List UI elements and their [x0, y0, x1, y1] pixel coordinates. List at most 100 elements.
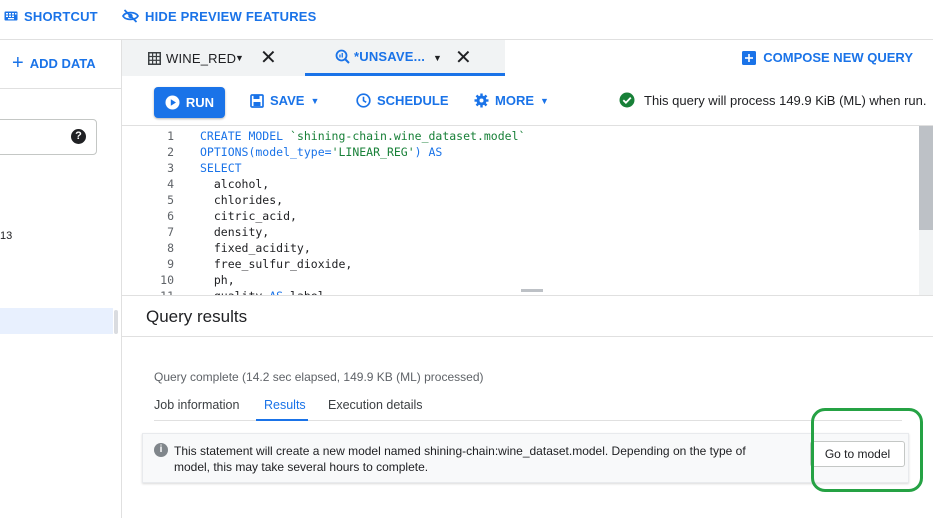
- editor-tab-bar: WINE_RED ▼ ✕ *UNSAVE... ▼ ✕ COMPOSE NEW …: [122, 40, 933, 76]
- add-box-icon: [742, 50, 757, 65]
- line-number: 6: [167, 209, 174, 223]
- chevron-down-icon: ▼: [540, 95, 549, 106]
- line-number: 8: [167, 241, 174, 255]
- save-label: SAVE: [270, 93, 305, 108]
- eye-off-icon: [122, 9, 139, 23]
- query-complete-status: Query complete (14.2 sec elapsed, 149.9 …: [154, 370, 484, 384]
- query-results-panel: Query results Query complete (14.2 sec e…: [122, 296, 933, 518]
- truncated-tree-text: 13: [0, 230, 13, 242]
- tab-unsaved-query[interactable]: *UNSAVE... ▼ ✕: [305, 40, 505, 76]
- run-button[interactable]: RUN: [154, 87, 225, 118]
- tab-label: *UNSAVE...: [354, 49, 426, 64]
- explorer-search-input[interactable]: ?: [0, 119, 97, 155]
- line-number: 11: [160, 289, 174, 296]
- close-icon[interactable]: ✕: [260, 48, 277, 68]
- chevron-down-icon[interactable]: ▼: [433, 53, 442, 63]
- line-number: 3: [167, 161, 174, 175]
- query-validator-status: This query will process 149.9 KiB (ML) w…: [619, 92, 927, 108]
- code-token: alcohol,: [200, 177, 270, 191]
- hide-preview-features-button[interactable]: HIDE PREVIEW FEATURES: [122, 7, 317, 25]
- tab-label: WINE_RED: [166, 50, 237, 66]
- code-token: 'LINEAR_REG': [331, 145, 415, 159]
- top-bar: SHORTCUT HIDE PREVIEW FEATURES: [0, 0, 933, 40]
- code-text: chlorides,: [200, 192, 283, 208]
- panel-scrollbar[interactable]: [114, 310, 118, 334]
- code-text: fixed_acidity,: [200, 240, 311, 256]
- divider: [122, 336, 933, 337]
- close-icon[interactable]: ✕: [455, 48, 472, 68]
- tab-job-information[interactable]: Job information: [154, 398, 239, 412]
- code-token: CREATE MODEL: [200, 129, 291, 143]
- editor-scrollbar[interactable]: [919, 126, 933, 230]
- code-token: SELECT: [200, 161, 242, 175]
- code-token: ) AS: [414, 145, 443, 159]
- info-icon: i: [154, 443, 168, 457]
- more-label: MORE: [495, 93, 534, 108]
- tab-results[interactable]: Results: [264, 398, 306, 412]
- help-icon[interactable]: ?: [71, 129, 86, 144]
- more-button[interactable]: MORE ▼: [474, 93, 549, 108]
- info-message-box: i This statement will create a new model…: [142, 433, 909, 483]
- status-text: This query will process 149.9 KiB (ML) w…: [644, 92, 927, 108]
- code-text: density,: [200, 224, 269, 240]
- line-number: 5: [167, 193, 174, 207]
- code-token: free_sulfur_dioxide,: [200, 257, 353, 271]
- save-icon: [250, 93, 264, 108]
- query-icon: [335, 49, 350, 64]
- gear-icon: [474, 93, 489, 108]
- chevron-down-icon[interactable]: ▼: [235, 53, 244, 63]
- code-token: citric_acid,: [200, 209, 297, 223]
- line-number: 2: [167, 145, 174, 159]
- compose-new-query-button[interactable]: COMPOSE NEW QUERY: [742, 50, 913, 65]
- tab-wine-red[interactable]: WINE_RED ▼ ✕: [122, 40, 305, 76]
- code-token: fixed_acidity,: [200, 241, 311, 255]
- code-token: quality: [200, 289, 270, 296]
- add-data-label: ADD DATA: [29, 55, 96, 71]
- line-number: 10: [160, 273, 174, 287]
- keyboard-icon: [4, 11, 18, 21]
- highlight-annotation: [811, 408, 923, 492]
- run-label: RUN: [185, 95, 215, 110]
- divider: [0, 88, 121, 89]
- code-text: free_sulfur_dioxide,: [200, 256, 352, 272]
- selected-tree-row[interactable]: [0, 308, 113, 334]
- sql-editor[interactable]: 1 CREATE MODEL `shining-chain.wine_datase…: [122, 126, 933, 296]
- schedule-button[interactable]: SCHEDULE: [356, 93, 449, 108]
- resize-handle[interactable]: [521, 289, 543, 292]
- code-text: OPTIONS(model_type='LINEAR_REG') AS: [200, 144, 442, 160]
- active-tab-indicator: [256, 419, 308, 421]
- code-token: chlorides,: [200, 193, 284, 207]
- check-circle-icon: [619, 92, 635, 108]
- clock-icon: [356, 93, 371, 108]
- compose-label: COMPOSE NEW QUERY: [763, 50, 913, 65]
- code-token: label,: [283, 289, 332, 296]
- table-icon: [148, 51, 161, 65]
- code-token: AS: [269, 289, 284, 296]
- code-token: `shining-chain.wine_dataset.model`: [290, 129, 526, 143]
- code-token: ph,: [200, 273, 235, 287]
- chevron-down-icon: ▼: [310, 95, 320, 106]
- info-message: This statement will create a new model n…: [174, 444, 746, 474]
- play-icon: [165, 95, 180, 110]
- line-number: 9: [167, 257, 174, 271]
- code-text: CREATE MODEL `shining-chain.wine_dataset…: [200, 128, 525, 144]
- schedule-label: SCHEDULE: [377, 93, 449, 108]
- line-number: 1: [167, 129, 174, 143]
- shortcut-label: SHORTCUT: [24, 8, 98, 24]
- code-text: alcohol,: [200, 176, 269, 192]
- code-text: quality AS label,: [200, 288, 332, 296]
- tab-execution-details[interactable]: Execution details: [328, 398, 423, 412]
- code-token: density,: [200, 225, 270, 239]
- code-text: SELECT: [200, 160, 242, 176]
- explorer-panel: + ADD DATA ? 13: [0, 40, 122, 518]
- plus-icon: +: [12, 52, 24, 74]
- code-token: OPTIONS(model_type=: [200, 145, 332, 159]
- hide-preview-label: HIDE PREVIEW FEATURES: [145, 8, 317, 24]
- line-number: 7: [167, 225, 174, 239]
- shortcut-button[interactable]: SHORTCUT: [4, 7, 98, 25]
- save-button[interactable]: SAVE ▼: [250, 93, 319, 108]
- code-text: ph,: [200, 272, 235, 288]
- results-title: Query results: [146, 307, 248, 326]
- add-data-button[interactable]: + ADD DATA: [12, 52, 96, 74]
- code-text: citric_acid,: [200, 208, 297, 224]
